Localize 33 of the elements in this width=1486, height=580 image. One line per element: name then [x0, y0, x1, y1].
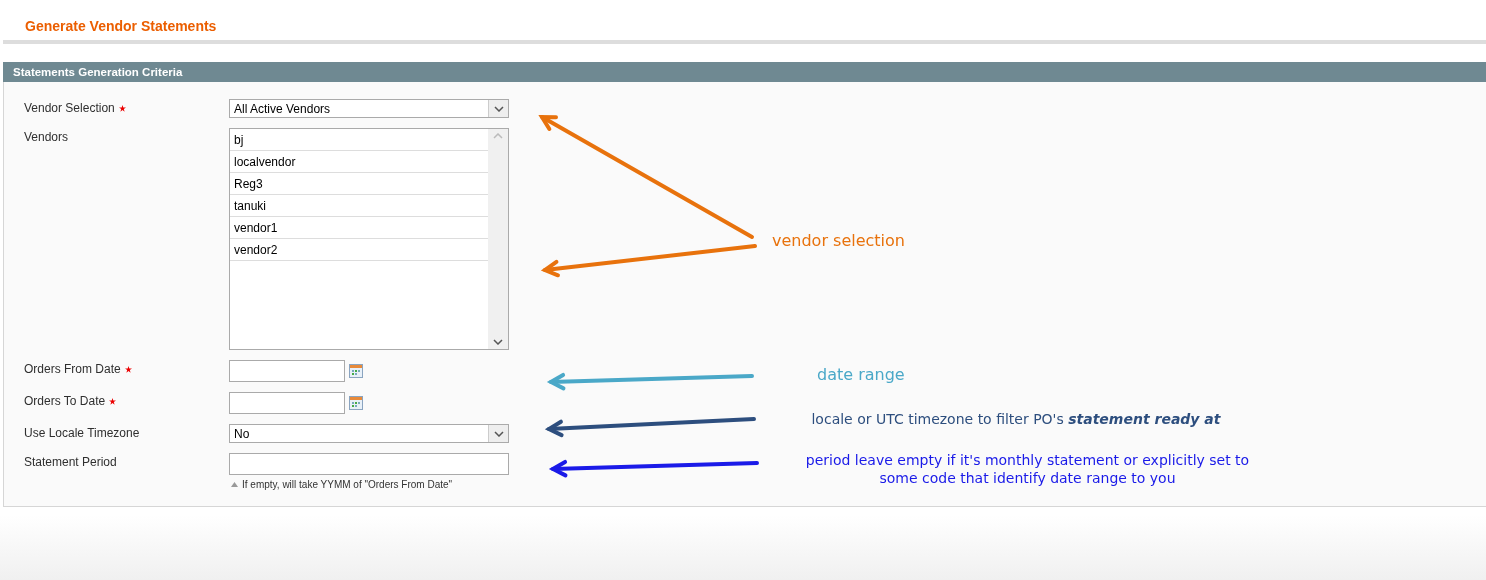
- select-field[interactable]: All Active Vendors: [229, 99, 509, 118]
- field-label: Vendors: [24, 130, 69, 144]
- calendar-icon[interactable]: [349, 396, 363, 410]
- date-field[interactable]: [229, 392, 345, 414]
- date-field[interactable]: [229, 360, 345, 382]
- list-option[interactable]: vendor1: [230, 217, 488, 239]
- section-header: Statements Generation Criteria: [3, 62, 1486, 82]
- dropdown-icon[interactable]: [493, 430, 504, 437]
- input-field[interactable]: [229, 453, 509, 475]
- scroll-up-icon[interactable]: [493, 133, 503, 139]
- list-option[interactable]: bj: [230, 129, 488, 151]
- field-label: Orders To Date: [24, 394, 106, 408]
- hint-icon: [231, 482, 238, 487]
- list-option[interactable]: vendor2: [230, 239, 488, 261]
- list-option[interactable]: localvendor: [230, 151, 488, 173]
- dropdown-icon[interactable]: [493, 105, 504, 112]
- field-label: Use Locale Timezone: [24, 426, 140, 440]
- vendor-list[interactable]: bj localvendor Reg3 tanuki vendor1 vendor2: [229, 128, 509, 350]
- annotation-note: vendor selection: [772, 232, 905, 250]
- field-label: Vendor Selection: [24, 101, 115, 115]
- calendar-icon[interactable]: [349, 364, 363, 378]
- field-label: Orders From Date: [24, 362, 121, 376]
- annotation-note: locale or UTC timezone to filter PO's statement ready at: [810, 410, 1222, 428]
- field-label: Statement Period: [24, 455, 117, 469]
- scrollbar[interactable]: [488, 129, 508, 349]
- annotation-note: period leave empty if it's monthly statement or explicitly set to some code that identify date range to you: [804, 451, 1251, 487]
- scroll-down-icon[interactable]: [493, 339, 503, 345]
- page-title: Generate Vendor Statements: [24, 17, 218, 36]
- hint-text: If empty, will take YYMM of "Orders From Date": [242, 479, 453, 490]
- select-field[interactable]: No: [229, 424, 509, 443]
- annotation-note: date range: [817, 366, 905, 384]
- list-option[interactable]: tanuki: [230, 195, 488, 217]
- list-option[interactable]: Reg3: [230, 173, 488, 195]
